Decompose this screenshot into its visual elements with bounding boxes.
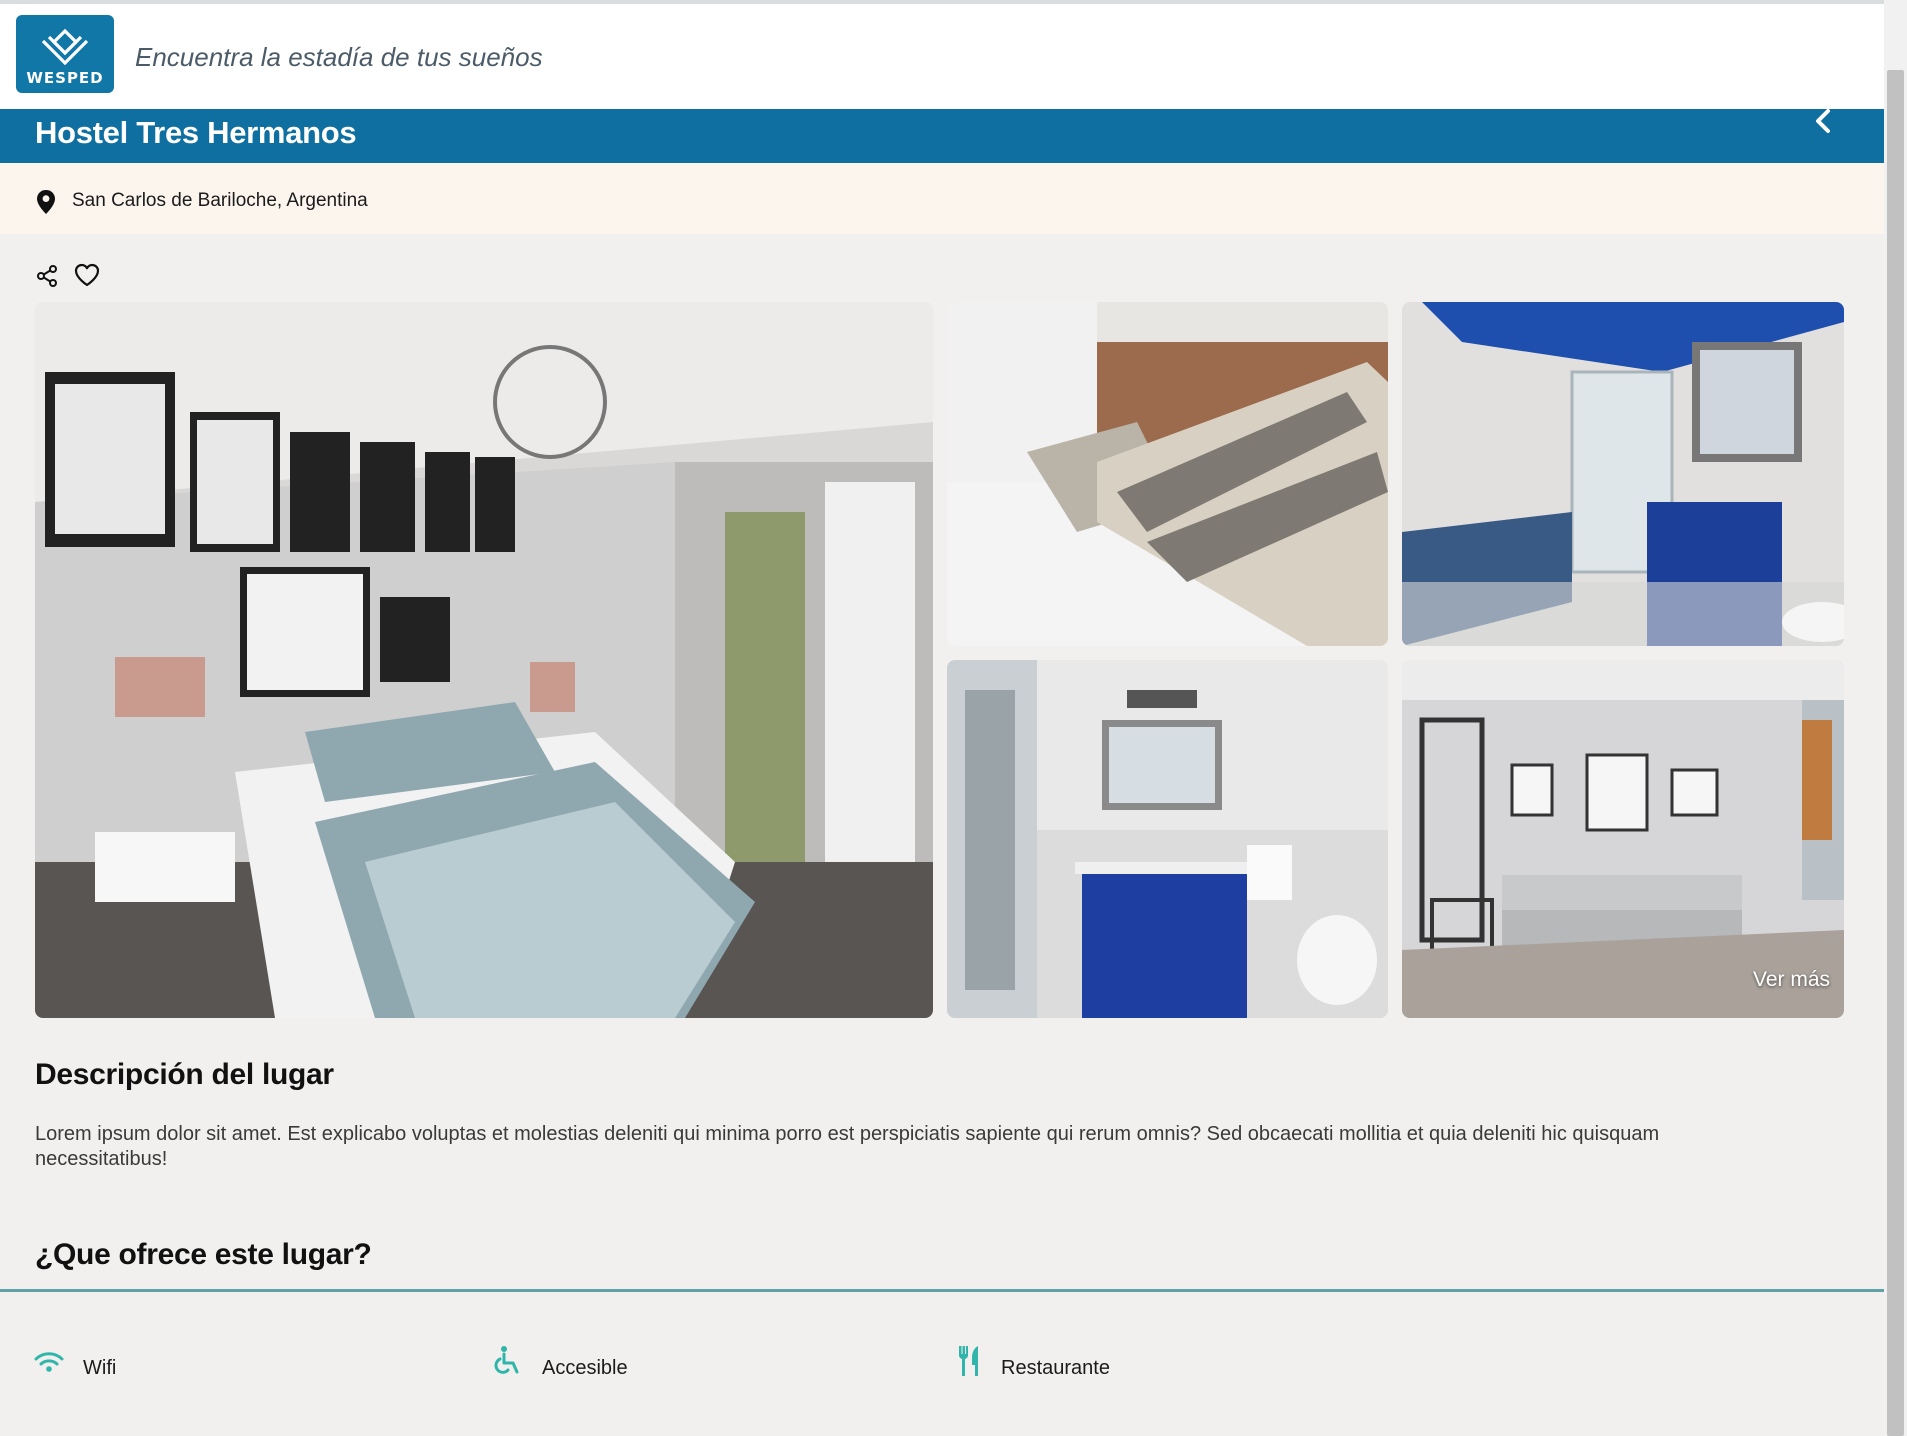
section-divider [0, 1289, 1884, 1292]
bathroom-tub-image [1402, 302, 1844, 646]
location-bar: San Carlos de Bariloche, Argentina [0, 163, 1884, 234]
amenity-restaurant: Restaurante [955, 1345, 1175, 1385]
photo-pillows[interactable] [947, 302, 1388, 646]
amenity-label: Restaurante [1001, 1357, 1110, 1379]
scrollbar-thumb[interactable] [1887, 70, 1904, 1436]
page: WESPED Encuentra la estadía de tus sueño… [0, 0, 1884, 1436]
heart-icon[interactable] [73, 262, 101, 288]
bedroom-image [35, 302, 933, 1018]
photo-bathroom-vanity[interactable] [947, 660, 1388, 1018]
location-text: San Carlos de Bariloche, Argentina [72, 190, 368, 211]
logo-mark-icon [41, 28, 89, 66]
amenity-label: Accesible [542, 1357, 628, 1379]
amenity-wifi: Wifi [33, 1345, 233, 1385]
amenities-heading: ¿Que ofrece este lugar? [35, 1238, 372, 1271]
description-heading: Descripción del lugar [35, 1058, 334, 1091]
back-button[interactable] [1808, 109, 1838, 139]
listing-title: Hostel Tres Hermanos [35, 115, 357, 150]
share-icon[interactable] [35, 264, 59, 288]
see-more-link[interactable]: Ver más [1753, 968, 1830, 992]
photo-bathroom-tub[interactable] [1402, 302, 1844, 646]
restaurant-icon [959, 1346, 978, 1376]
amenity-accessible: Accesible [493, 1345, 693, 1385]
site-header: WESPED Encuentra la estadía de tus sueño… [0, 4, 1884, 109]
location-pin-icon [37, 190, 55, 214]
chevron-left-icon [1816, 109, 1830, 133]
photo-main-bedroom[interactable] [35, 302, 933, 1018]
photo-living-room[interactable]: Ver más [1402, 660, 1844, 1018]
title-bar: Hostel Tres Hermanos [0, 109, 1884, 163]
living-room-image [1402, 660, 1844, 1018]
bathroom-vanity-image [947, 660, 1388, 1018]
logo[interactable]: WESPED [16, 15, 114, 93]
wifi-icon [34, 1352, 64, 1372]
pillows-image [947, 302, 1388, 646]
amenity-label: Wifi [83, 1357, 117, 1379]
tagline: Encuentra la estadía de tus sueños [135, 42, 543, 72]
accessible-icon [494, 1346, 519, 1374]
logo-text: WESPED [26, 69, 104, 87]
description-text: Lorem ipsum dolor sit amet. Est explicab… [35, 1123, 1660, 1170]
